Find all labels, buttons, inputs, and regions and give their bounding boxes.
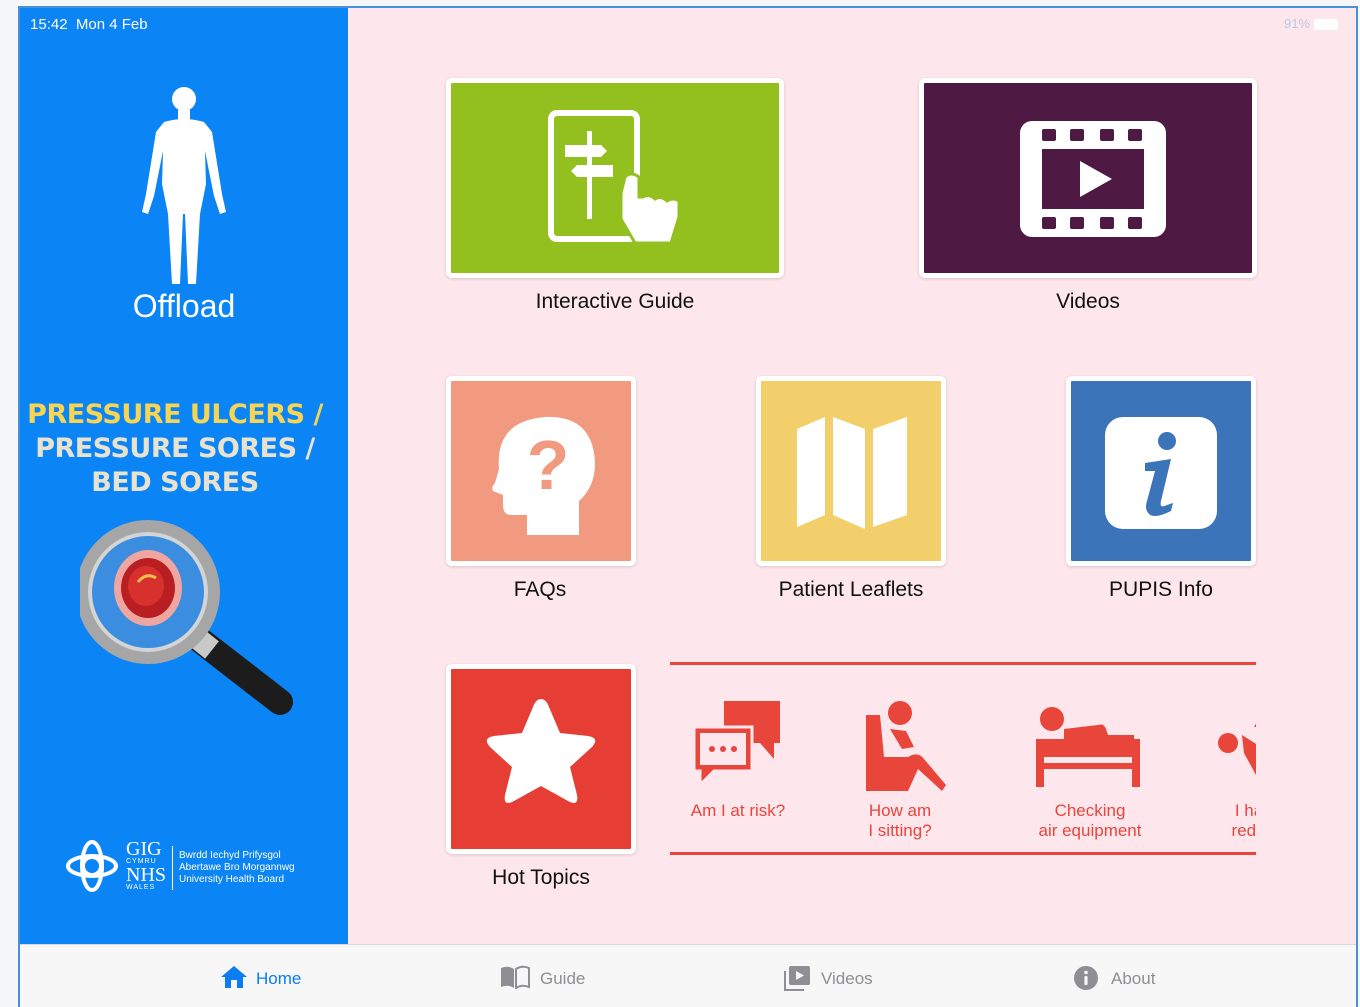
person-sitting-icon <box>866 701 946 791</box>
interactive-guide-tile[interactable] <box>446 78 784 278</box>
magnifier-wound-icon <box>80 520 293 715</box>
patient-leaflets-tile[interactable] <box>756 376 946 566</box>
book-icon <box>501 965 530 989</box>
nhs-logo: GIG CYMRU NHS WALES Bwrdd Iechyd Prifysg… <box>64 838 324 898</box>
tab-bar: Home Guide Videos About <box>20 944 1356 1007</box>
videos-tile[interactable] <box>919 78 1257 278</box>
status-time: 15:42 Mon 4 Feb <box>30 16 148 33</box>
topic-am-i-at-risk[interactable]: Am I at risk? <box>670 665 808 852</box>
video-play-icon <box>1020 121 1166 237</box>
leaflet-map-icon <box>797 417 907 529</box>
topic-label: I havered ma <box>1231 801 1256 840</box>
tab-videos[interactable]: Videos <box>783 945 983 1007</box>
video-icon <box>784 966 810 991</box>
faqs-label: FAQs <box>513 578 567 601</box>
pupis-info-label: PUPIS Info <box>1109 578 1213 601</box>
gig-text: GIG <box>126 838 162 860</box>
hot-topics-label: Hot Topics <box>492 866 590 889</box>
tab-label: Videos <box>821 969 873 988</box>
topic-i-have-red-mark[interactable]: ! I havered ma <box>1188 665 1256 852</box>
tab-label: Home <box>256 969 302 988</box>
tab-label: Guide <box>540 969 586 988</box>
faqs-tile[interactable]: ? <box>446 376 636 566</box>
tagline-line: PRESSURE ULCERS / <box>27 399 323 430</box>
signpost-touch-icon <box>548 110 681 245</box>
tab-label: About <box>1111 969 1156 988</box>
tab-guide[interactable]: Guide <box>500 945 700 1007</box>
status-battery: 91% <box>1284 16 1338 31</box>
logo-divider <box>172 846 173 890</box>
home-icon <box>221 966 247 988</box>
topic-how-am-i-sitting[interactable]: How am I sitting? <box>830 665 970 852</box>
battery-icon <box>1314 19 1338 31</box>
health-board-name: Bwrdd Iechyd Prifysgol Abertawe Bro Morg… <box>179 850 295 885</box>
status-bar: 15:42 Mon 4 Feb 91% <box>20 8 1356 36</box>
videos-label: Videos <box>1056 290 1120 313</box>
tagline: PRESSURE ULCERS / PRESSURE SORES / BED S… <box>20 398 330 500</box>
sidebar: Offload PRESSURE ULCERS / PRESSURE SORES… <box>20 8 348 944</box>
svg-text:?: ? <box>527 426 570 504</box>
info-icon <box>1105 417 1217 529</box>
topic-label: Checking air equipment <box>1038 801 1142 840</box>
app-window: 15:42 Mon 4 Feb 91% Offload PRESSURE ULC… <box>18 6 1358 1007</box>
topic-label: Am I at risk? <box>690 801 786 820</box>
head-question-icon: ? <box>492 416 595 535</box>
patient-leaflets-label: Patient Leaflets <box>778 578 924 601</box>
celtic-knot-icon <box>66 840 118 892</box>
pupis-info-tile[interactable] <box>1066 376 1256 566</box>
hot-topics-carousel[interactable]: Am I at risk? How am I sitting? Checking a… <box>670 662 1256 855</box>
star-icon <box>486 699 596 803</box>
chat-bubbles-icon <box>694 701 780 787</box>
tagline-line: BED SORES <box>91 467 259 498</box>
hot-topics-tile[interactable] <box>446 664 636 854</box>
nhs-text: NHS <box>126 864 167 886</box>
wales-text: WALES <box>126 884 156 891</box>
tab-about[interactable]: About <box>1073 945 1273 1007</box>
interactive-guide-label: Interactive Guide <box>535 290 695 313</box>
person-lying-bed-icon <box>1036 707 1140 787</box>
topic-checking-air-equipment[interactable]: Checking air equipment <box>1020 665 1160 852</box>
tab-home[interactable]: Home <box>220 945 420 1007</box>
topic-label: How am I sitting? <box>868 801 932 840</box>
body-silhouette-icon <box>142 87 226 284</box>
tagline-line: PRESSURE SORES / <box>35 433 315 464</box>
info-icon <box>1074 966 1098 990</box>
red-mark-warning-icon: ! <box>1218 723 1256 775</box>
app-name: Offload <box>132 288 236 324</box>
